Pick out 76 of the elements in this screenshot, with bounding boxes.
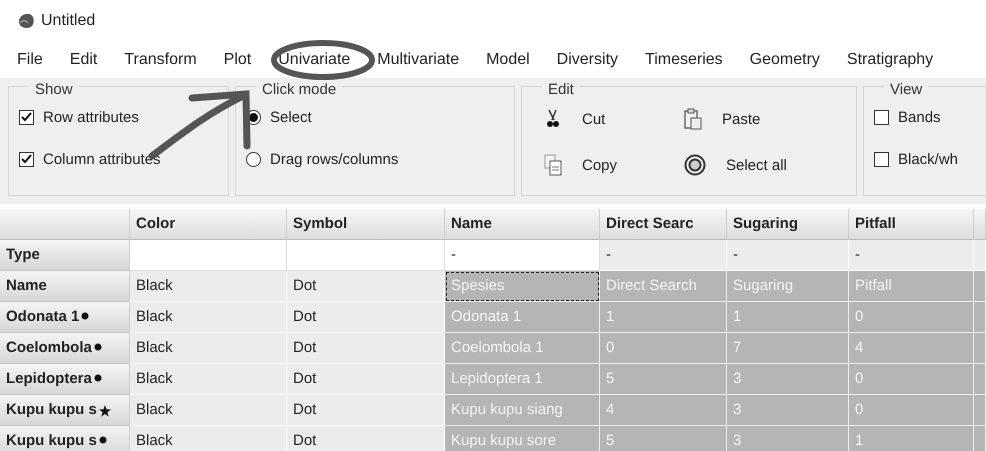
checkbox[interactable]: Bands — [874, 103, 986, 131]
dot-marker-icon — [94, 374, 102, 382]
group-title: Show — [34, 81, 74, 98]
edit-action-button[interactable]: Copy — [544, 145, 684, 185]
menu-item[interactable]: Timeseries — [645, 51, 723, 69]
column-header[interactable]: Color — [130, 209, 287, 240]
table-cell[interactable]: Dot — [287, 364, 445, 395]
menu-item[interactable]: Model — [486, 51, 530, 69]
row-header[interactable]: Kupu kupu s — [0, 395, 130, 426]
edit-action-button[interactable]: Select all — [684, 145, 834, 185]
table-cell[interactable] — [974, 395, 986, 426]
row-header[interactable]: Name — [0, 271, 130, 302]
table-cell[interactable]: - — [849, 240, 974, 271]
column-header[interactable]: Pitfall — [849, 209, 974, 240]
column-header[interactable] — [974, 209, 986, 240]
dot-marker-icon — [98, 436, 107, 444]
row-header[interactable]: Coelombola — [0, 333, 130, 364]
table-cell[interactable]: Black — [130, 426, 287, 451]
menu-item[interactable]: Multivariate — [377, 51, 460, 69]
table-cell[interactable] — [287, 240, 445, 271]
table-cell[interactable] — [974, 271, 986, 302]
table-cell[interactable]: Dot — [287, 302, 445, 333]
table-cell[interactable]: Black — [130, 333, 287, 364]
table-cell[interactable] — [130, 240, 287, 271]
menu-item[interactable]: Transform — [124, 51, 197, 69]
dot-marker-icon — [94, 343, 102, 351]
group-title: View — [889, 81, 924, 98]
table-cell[interactable]: - — [727, 240, 849, 271]
edit-action-button[interactable]: Paste — [684, 99, 834, 139]
checkbox[interactable]: Column attributes — [19, 145, 218, 173]
radio-button[interactable]: Drag rows/columns — [246, 145, 504, 173]
table-cell[interactable]: Black — [130, 271, 287, 302]
table-cell[interactable]: Dot — [287, 271, 445, 302]
ring-icon — [684, 154, 706, 176]
checkmark-icon — [21, 112, 32, 122]
row-header[interactable]: Type — [0, 240, 130, 271]
scissors-icon — [544, 109, 562, 129]
column-header[interactable]: Sugaring — [727, 209, 849, 240]
table-cell[interactable] — [974, 302, 986, 333]
table-cell[interactable] — [974, 333, 986, 364]
menu-item[interactable]: Edit — [70, 51, 98, 69]
menu-item[interactable]: Stratigraphy — [846, 51, 934, 69]
table-cell[interactable]: Dot — [287, 333, 445, 364]
table-cell[interactable] — [974, 364, 986, 395]
dot-marker-icon — [81, 312, 90, 320]
column-header[interactable]: Symbol — [287, 209, 445, 240]
table-cell[interactable]: Dot — [287, 426, 445, 451]
table-cell[interactable]: Black — [130, 395, 287, 426]
table-cell[interactable]: Black — [130, 364, 287, 395]
documents-icon — [544, 154, 562, 176]
table-cell[interactable]: Dot — [287, 395, 445, 426]
column-header[interactable]: Name — [445, 209, 600, 240]
group-title: Edit — [547, 81, 575, 98]
clipboard-icon — [684, 108, 702, 130]
star-marker-icon — [98, 405, 111, 417]
edit-action-button[interactable]: Cut — [544, 99, 684, 139]
menu-item[interactable]: File — [17, 51, 43, 69]
menu-item[interactable]: Geometry — [750, 51, 820, 69]
checkbox[interactable]: Row attributes — [19, 103, 218, 131]
window-title: Untitled — [41, 12, 96, 30]
column-header[interactable]: Direct Searc — [600, 209, 727, 240]
app-logo-icon — [17, 13, 35, 29]
row-header[interactable]: Lepidoptera — [0, 364, 130, 395]
table-cell[interactable]: Black — [130, 302, 287, 333]
table-cell[interactable]: - — [445, 240, 600, 271]
row-header[interactable]: Kupu kupu s — [0, 426, 130, 451]
table-cell[interactable] — [974, 426, 986, 451]
group-title: Click mode — [261, 81, 338, 98]
checkmark-icon — [21, 154, 32, 164]
radio-button[interactable]: Select — [246, 103, 504, 131]
table-cell[interactable]: - — [600, 240, 727, 271]
checkbox[interactable]: Black/wh — [874, 145, 986, 173]
row-header[interactable]: Odonata 1 — [0, 302, 130, 333]
menu-item[interactable]: Plot — [224, 51, 252, 69]
menu-item[interactable]: Diversity — [556, 51, 618, 69]
menu-item[interactable]: Univariate — [278, 51, 350, 69]
